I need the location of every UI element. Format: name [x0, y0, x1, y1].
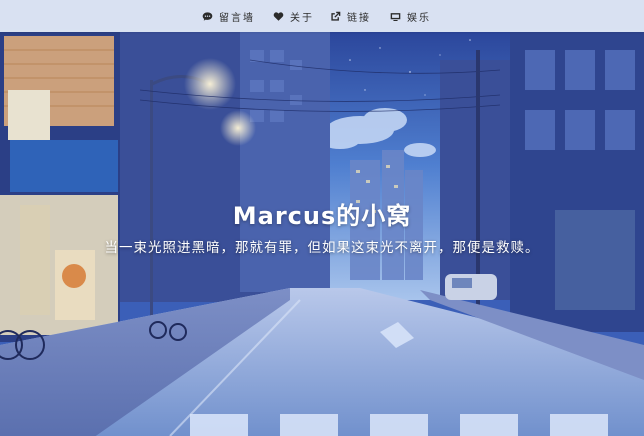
site-subtitle: 当一束光照进黑暗，那就有罪，但如果这束光不离开，那便是救赎。	[104, 240, 540, 256]
nav-item-about-label: 关于	[290, 12, 314, 24]
chat-bubble-icon	[202, 11, 213, 21]
top-navbar: 留言墙 关于 链接 娱乐	[0, 0, 644, 32]
site-title: Marcus的小窝	[232, 202, 412, 230]
nav-item-entertainment[interactable]: 娱乐	[390, 0, 431, 32]
tv-icon	[390, 12, 401, 21]
nav-item-links[interactable]: 链接	[330, 0, 371, 32]
nav-item-entertainment-label: 娱乐	[407, 12, 431, 24]
nav-item-message-wall[interactable]: 留言墙	[202, 0, 255, 32]
nav-item-links-label: 链接	[347, 12, 371, 24]
nav-item-message-wall-label: 留言墙	[219, 12, 255, 24]
external-link-icon	[331, 11, 341, 21]
nav-item-about[interactable]: 关于	[273, 0, 314, 32]
heart-icon	[273, 11, 284, 21]
